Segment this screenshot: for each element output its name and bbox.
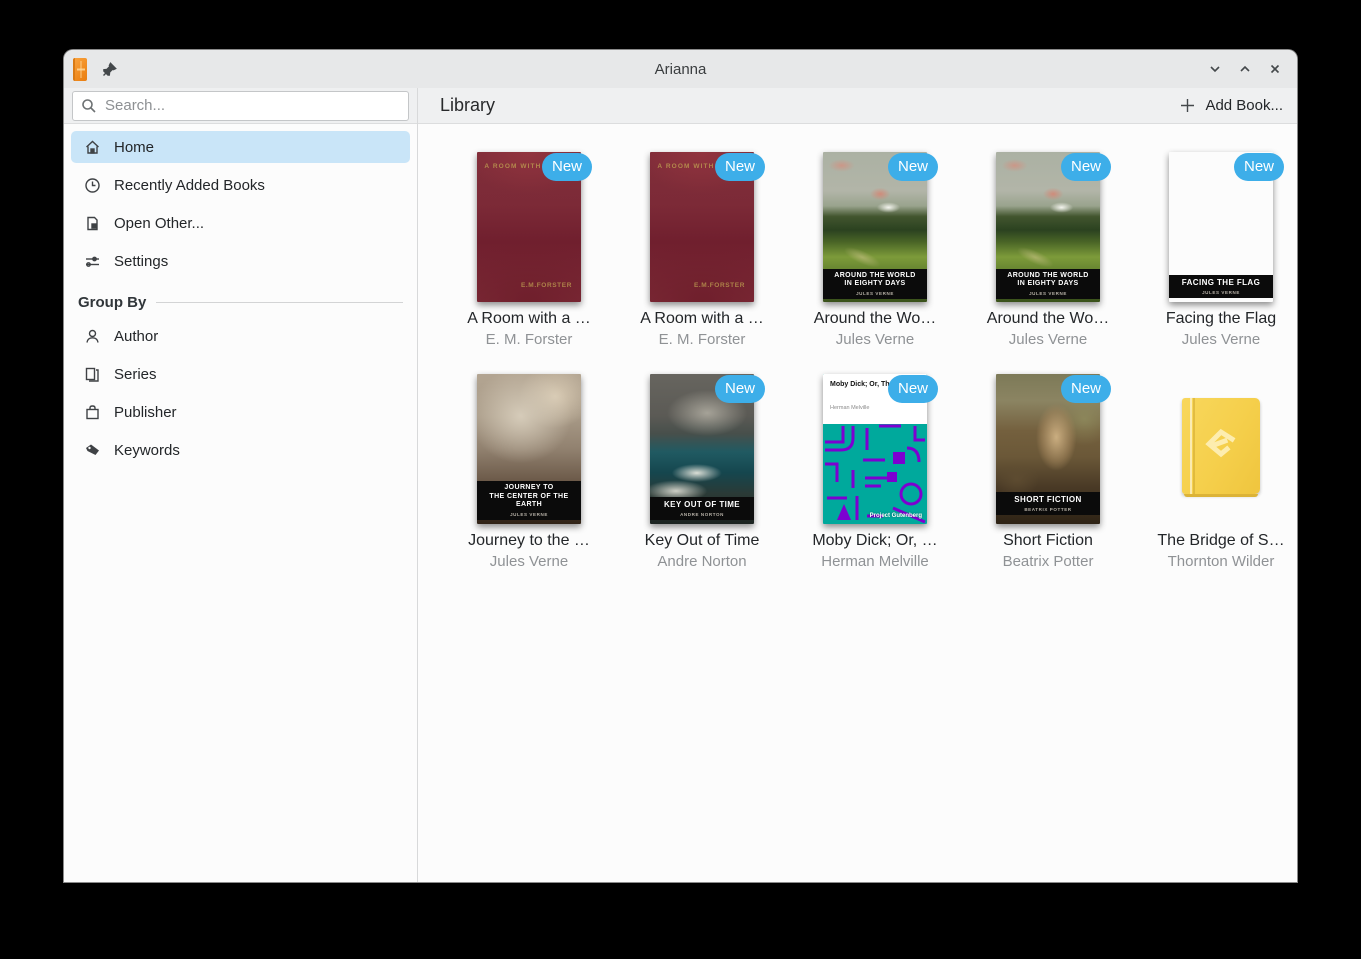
- minimize-icon[interactable]: [1203, 57, 1227, 81]
- search-box[interactable]: [72, 91, 409, 121]
- new-badge: New: [888, 153, 938, 181]
- sidebar-item-author[interactable]: Author: [71, 320, 410, 352]
- book-author-label: Thornton Wilder: [1168, 553, 1275, 570]
- book-card[interactable]: A ROOM WITH A VIEW E.M.FORSTER New A Roo…: [627, 152, 777, 348]
- sidebar-item-recently-added[interactable]: Recently Added Books: [71, 169, 410, 201]
- publisher-label: Project Gutenberg: [870, 513, 922, 519]
- sidebar-item-publisher[interactable]: Publisher: [71, 396, 410, 428]
- person-icon: [84, 328, 101, 345]
- sidebar-item-series[interactable]: Series: [71, 358, 410, 390]
- app-window: Arianna Home: [64, 50, 1297, 882]
- book-card[interactable]: Moby Dick; Or, The Whale Herman Melville: [800, 374, 950, 570]
- book-title: Key Out of Time: [645, 532, 760, 550]
- new-badge: New: [888, 375, 938, 403]
- sidebar: Home Recently Added Books Open Other... …: [64, 88, 418, 882]
- page-title: Library: [440, 95, 495, 116]
- book-card[interactable]: AROUND THE WORLD IN EIGHTY DAYS JULES VE…: [973, 152, 1123, 348]
- epub-book-icon: [1182, 398, 1260, 494]
- sidebar-item-home[interactable]: Home: [71, 131, 410, 163]
- home-icon: [84, 139, 101, 156]
- book-cover: JOURNEY TO THE CENTER OF THE EARTH JULES…: [477, 374, 581, 524]
- divider: [156, 302, 403, 303]
- new-badge: New: [1061, 375, 1111, 403]
- book-title: A Room with a …: [640, 310, 764, 328]
- clock-icon: [84, 177, 101, 194]
- group-by-label: Group By: [78, 294, 146, 311]
- book-title: Facing the Flag: [1166, 310, 1276, 328]
- book-title: A Room with a …: [467, 310, 591, 328]
- book-card[interactable]: A ROOM WITH A VIEW E.M.FORSTER New A Roo…: [454, 152, 604, 348]
- search-icon: [81, 98, 97, 114]
- book-card[interactable]: The Bridge of S… Thornton Wilder: [1146, 374, 1296, 570]
- book-card[interactable]: KEY OUT OF TIME ANDRE NORTON New Key Out…: [627, 374, 777, 570]
- book-author-label: Jules Verne: [1182, 331, 1260, 348]
- sidebar-item-label: Publisher: [114, 404, 177, 421]
- cover-pattern: [823, 424, 927, 524]
- close-icon[interactable]: [1263, 57, 1287, 81]
- book-title: Around the Wo…: [814, 310, 936, 328]
- book-author-label: E. M. Forster: [486, 331, 573, 348]
- book-card[interactable]: AROUND THE WORLD IN EIGHTY DAYS JULES VE…: [800, 152, 950, 348]
- bag-icon: [84, 404, 101, 421]
- book-author-label: Herman Melville: [821, 553, 929, 570]
- new-badge: New: [715, 375, 765, 403]
- book-author-label: Beatrix Potter: [1003, 553, 1094, 570]
- new-badge: New: [1061, 153, 1111, 181]
- new-badge: New: [715, 153, 765, 181]
- titlebar: Arianna: [64, 50, 1297, 88]
- book-cover-placeholder: [1169, 374, 1273, 524]
- sidebar-item-label: Settings: [114, 253, 168, 270]
- sidebar-item-label: Open Other...: [114, 215, 204, 232]
- book-title: Journey to the …: [468, 532, 590, 550]
- sliders-icon: [84, 253, 101, 270]
- book-card[interactable]: SHORT FICTION BEATRIX POTTER New Short F…: [973, 374, 1123, 570]
- sidebar-item-settings[interactable]: Settings: [71, 245, 410, 277]
- search-input[interactable]: [105, 97, 400, 114]
- main-header: Library Add Book...: [418, 88, 1297, 124]
- add-book-button[interactable]: Add Book...: [1179, 97, 1283, 114]
- document-icon: [84, 215, 101, 232]
- sidebar-item-label: Author: [114, 328, 158, 345]
- new-badge: New: [542, 153, 592, 181]
- book-title: Around the Wo…: [987, 310, 1109, 328]
- group-by-header: Group By: [78, 294, 403, 311]
- book-author-label: Jules Verne: [1009, 331, 1087, 348]
- book-card[interactable]: FACING THE FLAG JULES VERNE New Facing t…: [1146, 152, 1296, 348]
- book-author-label: Andre Norton: [657, 553, 746, 570]
- sidebar-item-label: Home: [114, 139, 154, 156]
- book-card[interactable]: JOURNEY TO THE CENTER OF THE EARTH JULES…: [454, 374, 604, 570]
- plus-icon: [1179, 97, 1196, 114]
- book-author-label: Jules Verne: [490, 553, 568, 570]
- window-title: Arianna: [64, 61, 1297, 78]
- book-title: Short Fiction: [1003, 532, 1093, 550]
- stacked-pages-icon: [84, 366, 101, 383]
- book-author-label: Jules Verne: [836, 331, 914, 348]
- book-author-label: E. M. Forster: [659, 331, 746, 348]
- add-book-label: Add Book...: [1205, 97, 1283, 114]
- maximize-icon[interactable]: [1233, 57, 1257, 81]
- new-badge: New: [1234, 153, 1284, 181]
- sidebar-item-label: Keywords: [114, 442, 180, 459]
- main-area: Library Add Book... A ROOM WITH A VIEW E…: [418, 88, 1297, 882]
- sidebar-item-keywords[interactable]: Keywords: [71, 434, 410, 466]
- sidebar-item-open-other[interactable]: Open Other...: [71, 207, 410, 239]
- book-grid: A ROOM WITH A VIEW E.M.FORSTER New A Roo…: [418, 124, 1297, 570]
- sidebar-item-label: Series: [114, 366, 157, 383]
- book-title: The Bridge of S…: [1157, 532, 1284, 550]
- tag-icon: [84, 442, 101, 459]
- book-title: Moby Dick; Or, …: [812, 532, 937, 550]
- sidebar-item-label: Recently Added Books: [114, 177, 265, 194]
